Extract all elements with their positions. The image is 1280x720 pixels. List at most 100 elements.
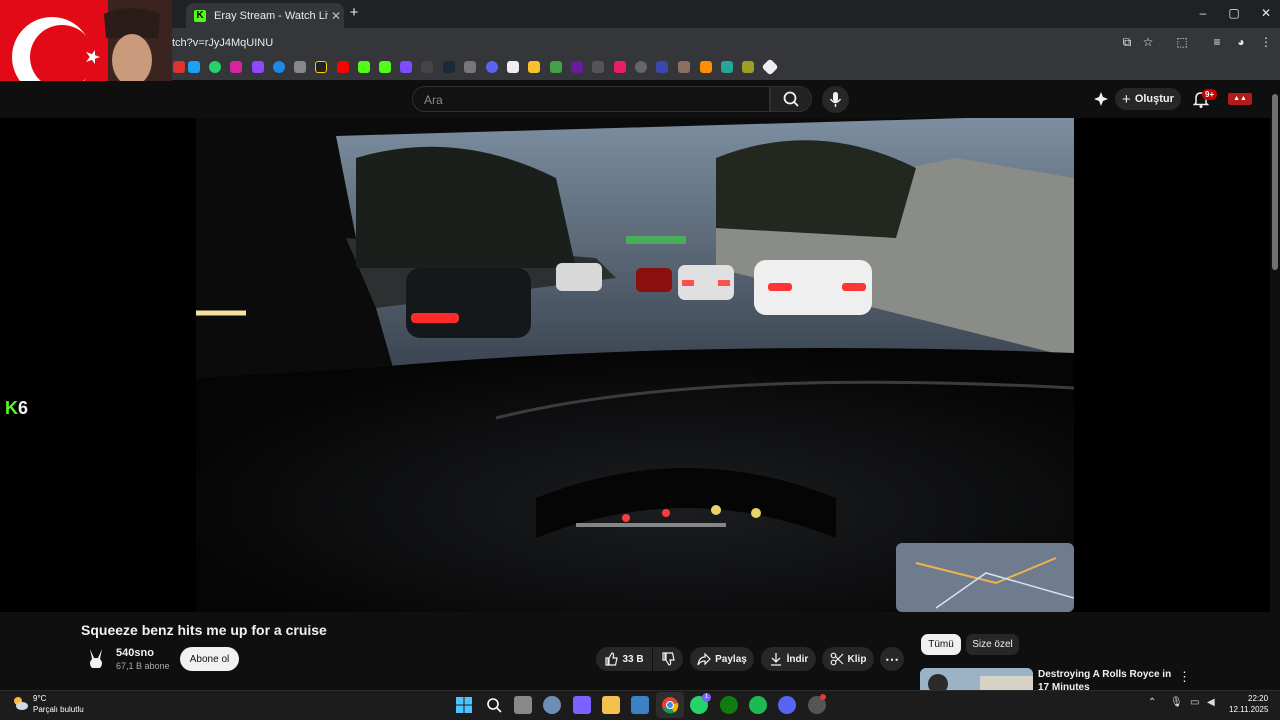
thumbnail-image bbox=[920, 668, 1033, 690]
file-explorer-icon[interactable] bbox=[602, 696, 620, 714]
clock-time[interactable]: 22:20 bbox=[1248, 694, 1268, 703]
close-window-button[interactable]: ✕ bbox=[1256, 6, 1276, 20]
channel-logo-icon bbox=[83, 646, 109, 672]
bookmark-icon[interactable] bbox=[173, 61, 185, 73]
start-windows-icon[interactable] bbox=[455, 696, 473, 714]
bookmark-icon[interactable] bbox=[678, 61, 690, 73]
settings-gear-icon[interactable] bbox=[543, 696, 561, 714]
whatsapp-bookmark-icon[interactable] bbox=[209, 61, 221, 73]
clip-label: Klip bbox=[847, 653, 867, 665]
kick-bookmark-icon[interactable] bbox=[379, 61, 391, 73]
bookmark-icon[interactable] bbox=[464, 61, 476, 73]
voice-search-button[interactable] bbox=[822, 86, 849, 113]
kick-bookmark-icon[interactable] bbox=[358, 61, 370, 73]
chip-all[interactable]: Tümü bbox=[921, 634, 961, 655]
whatsapp-badge: 1 bbox=[702, 693, 711, 702]
share-button[interactable]: Paylaş bbox=[690, 647, 754, 671]
weather-description: Parçalı bulutlu bbox=[33, 705, 84, 714]
bookmark-icon[interactable] bbox=[721, 61, 733, 73]
extensions-icon[interactable]: ⬚ bbox=[1175, 35, 1189, 49]
address-bar[interactable]: tch?v=rJyJ4MqUINU bbox=[172, 37, 273, 49]
dislike-button[interactable] bbox=[653, 647, 683, 671]
microphone-tray-icon[interactable]: 🎙 bbox=[1170, 697, 1183, 708]
create-button[interactable]: + Oluştur bbox=[1115, 88, 1181, 110]
bookmark-icon[interactable] bbox=[614, 61, 626, 73]
subscribe-button[interactable]: Abone ol bbox=[180, 647, 239, 671]
twitch-bookmark-icon[interactable] bbox=[252, 61, 264, 73]
clock-date[interactable]: 12.11.2025 bbox=[1229, 705, 1268, 714]
network-icon[interactable]: ▭ bbox=[1190, 697, 1199, 708]
notifications-badge: 9+ bbox=[1202, 89, 1218, 100]
plus-icon: + bbox=[1122, 90, 1131, 108]
microphone-icon bbox=[829, 92, 842, 107]
bookmark-icon[interactable] bbox=[700, 61, 712, 73]
search-button[interactable] bbox=[770, 86, 812, 112]
search-taskbar-icon[interactable] bbox=[485, 696, 503, 714]
bookmark-icon[interactable] bbox=[273, 61, 285, 73]
minimize-button[interactable]: – bbox=[1193, 6, 1213, 20]
copilot-icon[interactable] bbox=[573, 696, 591, 714]
bookmark-icon[interactable] bbox=[294, 61, 306, 73]
discord-bookmark-icon[interactable] bbox=[486, 61, 498, 73]
clip-button[interactable]: Klip bbox=[822, 647, 874, 671]
scrollbar-thumb[interactable] bbox=[1272, 94, 1278, 270]
recommendation-menu-icon[interactable]: ⋮ bbox=[1178, 669, 1191, 685]
bookmark-icon[interactable] bbox=[315, 61, 327, 73]
search-input[interactable] bbox=[412, 86, 770, 112]
browser-tab-kick[interactable]: K Eray Stream - Watch Live on Kick ✕ bbox=[186, 3, 344, 28]
thumbs-down-icon bbox=[662, 652, 675, 666]
like-button[interactable]: 33 B bbox=[596, 647, 652, 671]
spotify-icon[interactable] bbox=[749, 696, 767, 714]
bookmark-star-icon[interactable]: ☆ bbox=[1141, 35, 1155, 49]
bookmark-icon[interactable] bbox=[592, 61, 604, 73]
bookmark-icon[interactable] bbox=[742, 61, 754, 73]
share-label: Paylaş bbox=[715, 653, 747, 665]
create-label: Oluştur bbox=[1134, 93, 1174, 105]
profile-icon[interactable]: ◕ bbox=[1234, 35, 1248, 49]
thumbs-up-icon bbox=[605, 652, 619, 666]
driving-scene-image bbox=[196, 118, 1074, 612]
media-icon[interactable]: ≡ bbox=[1210, 35, 1224, 49]
search-icon bbox=[783, 91, 799, 107]
recommendation-title[interactable]: Destroying A Rolls Royce in 17 Minutes bbox=[1038, 668, 1173, 690]
weather-icon[interactable] bbox=[12, 695, 28, 711]
bookmark-icon[interactable] bbox=[421, 61, 433, 73]
twitter-bookmark-icon[interactable] bbox=[188, 61, 200, 73]
volume-icon[interactable]: ◀ bbox=[1207, 697, 1215, 708]
menu-icon[interactable]: ⋮ bbox=[1259, 35, 1273, 49]
channel-name[interactable]: 540sno bbox=[116, 647, 154, 659]
sparkle-icon[interactable] bbox=[1093, 91, 1109, 107]
download-button[interactable]: İndir bbox=[761, 647, 816, 671]
tab-title: Eray Stream - Watch Live on Kick bbox=[214, 9, 328, 22]
chrome-icon[interactable] bbox=[661, 696, 679, 714]
kick-logo-icon: K bbox=[5, 398, 18, 418]
bookmark-icon[interactable] bbox=[635, 61, 647, 73]
bookmark-icon[interactable] bbox=[528, 61, 540, 73]
weather-temperature: 9°C bbox=[33, 694, 47, 703]
bookmark-icon[interactable] bbox=[507, 61, 519, 73]
bookmark-icon[interactable] bbox=[571, 61, 583, 73]
xbox-icon[interactable] bbox=[720, 696, 738, 714]
instagram-bookmark-icon[interactable] bbox=[230, 61, 242, 73]
share-icon bbox=[697, 652, 711, 666]
discord-icon[interactable] bbox=[778, 696, 796, 714]
account-avatar[interactable]: ▲▲ bbox=[1228, 93, 1252, 105]
notification-dot bbox=[820, 694, 826, 700]
tab-close-icon[interactable]: ✕ bbox=[328, 9, 344, 23]
recommendation-thumbnail[interactable] bbox=[920, 668, 1033, 690]
steam-bookmark-icon[interactable] bbox=[443, 61, 455, 73]
bookmark-icon[interactable] bbox=[400, 61, 412, 73]
new-tab-button[interactable]: + bbox=[346, 5, 362, 21]
cast-icon[interactable]: ⧉ bbox=[1120, 35, 1134, 49]
maximize-button[interactable]: ▢ bbox=[1224, 6, 1244, 20]
store-icon[interactable] bbox=[631, 696, 649, 714]
bookmark-icon[interactable] bbox=[656, 61, 668, 73]
more-horizontal-icon: ⋯ bbox=[885, 650, 899, 667]
task-view-icon[interactable] bbox=[514, 696, 532, 714]
bookmark-icon[interactable] bbox=[550, 61, 562, 73]
channel-avatar[interactable] bbox=[83, 646, 109, 672]
youtube-bookmark-icon[interactable] bbox=[337, 61, 349, 73]
tray-overflow-chevron-icon[interactable]: ⌃ bbox=[1148, 697, 1156, 708]
chip-for-you[interactable]: Size özel bbox=[966, 634, 1019, 655]
more-actions-button[interactable]: ⋯ bbox=[880, 647, 904, 671]
